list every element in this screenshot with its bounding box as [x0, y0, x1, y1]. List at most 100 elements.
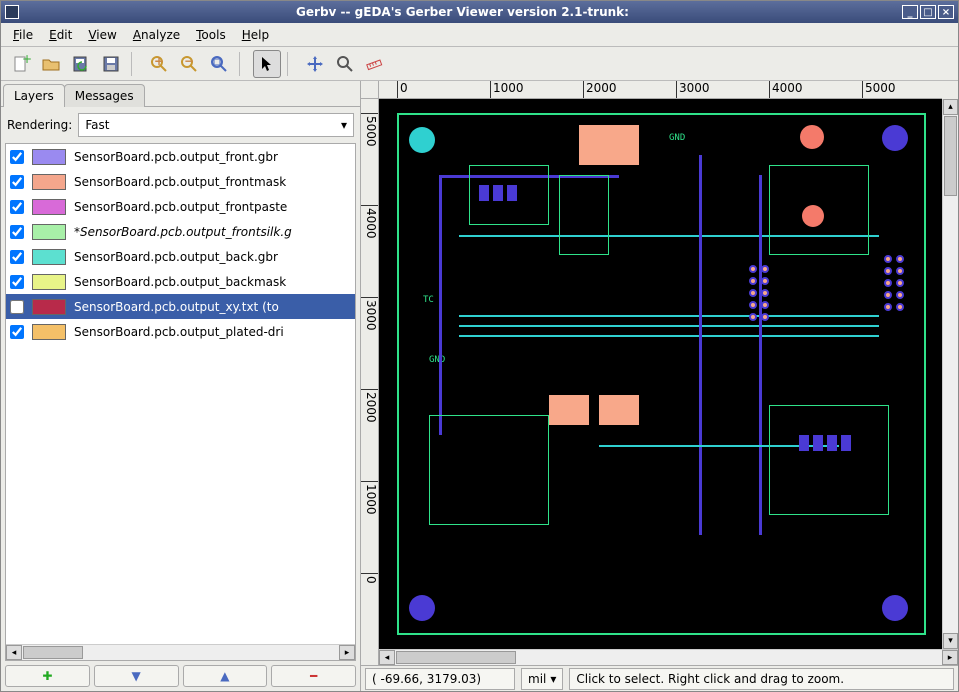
tab-layers[interactable]: Layers: [3, 84, 65, 107]
revert-button[interactable]: [67, 50, 95, 78]
scroll-track[interactable]: [943, 197, 958, 633]
layer-color-swatch[interactable]: [32, 274, 66, 290]
scroll-thumb[interactable]: [944, 116, 957, 196]
pad: [479, 185, 489, 201]
ruler-tick: 5000: [862, 81, 896, 98]
layer-color-swatch[interactable]: [32, 199, 66, 215]
move-up-button[interactable]: ▲: [183, 665, 268, 687]
menu-file[interactable]: File: [5, 25, 41, 45]
scroll-track[interactable]: [84, 645, 339, 660]
layer-row[interactable]: SensorBoard.pcb.output_frontmask: [6, 169, 355, 194]
layer-filename: SensorBoard.pcb.output_frontpaste: [74, 200, 287, 214]
layer-color-swatch[interactable]: [32, 299, 66, 315]
scroll-right-icon[interactable]: ▸: [942, 650, 958, 665]
zoom-out-button[interactable]: −: [175, 50, 203, 78]
scroll-thumb[interactable]: [396, 651, 516, 664]
layer-row[interactable]: SensorBoard.pcb.output_xy.txt (to: [6, 294, 355, 319]
layer-visibility-checkbox[interactable]: [10, 300, 24, 314]
pad: [507, 185, 517, 201]
trace: [759, 175, 762, 535]
move-down-button[interactable]: ▼: [94, 665, 179, 687]
ruler-tick: 0: [361, 573, 378, 584]
layer-color-swatch[interactable]: [32, 249, 66, 265]
scroll-left-icon[interactable]: ◂: [379, 650, 395, 665]
close-button[interactable]: ×: [938, 5, 954, 19]
layer-color-swatch[interactable]: [32, 224, 66, 240]
status-coordinates: ( -69.66, 3179.03): [365, 668, 515, 690]
svg-text:−: −: [184, 54, 194, 68]
ruler-tick: 3000: [361, 297, 378, 331]
menu-help[interactable]: Help: [234, 25, 277, 45]
component-outline: [429, 415, 549, 525]
layer-filename: SensorBoard.pcb.output_back.gbr: [74, 250, 278, 264]
zoom-in-button[interactable]: +: [145, 50, 173, 78]
layer-visibility-checkbox[interactable]: [10, 325, 24, 339]
layer-visibility-checkbox[interactable]: [10, 250, 24, 264]
new-button[interactable]: +: [7, 50, 35, 78]
scroll-track[interactable]: [517, 650, 942, 665]
scroll-down-icon[interactable]: ▾: [943, 633, 958, 649]
layer-list[interactable]: SensorBoard.pcb.output_front.gbrSensorBo…: [5, 143, 356, 661]
add-layer-button[interactable]: ✚: [5, 665, 90, 687]
menu-edit[interactable]: Edit: [41, 25, 80, 45]
pointer-tool-button[interactable]: [253, 50, 281, 78]
pcb-canvas[interactable]: GND GND TC: [379, 99, 942, 649]
chevron-down-icon: ▾: [341, 118, 347, 132]
status-message: Click to select. Right click and drag to…: [569, 668, 954, 690]
ruler-tick: 5000: [361, 113, 378, 147]
layer-visibility-checkbox[interactable]: [10, 200, 24, 214]
scroll-thumb[interactable]: [23, 646, 83, 659]
rendering-row: Rendering: Fast ▾: [1, 107, 360, 143]
layer-visibility-checkbox[interactable]: [10, 225, 24, 239]
zoom-fit-button[interactable]: [205, 50, 233, 78]
remove-layer-button[interactable]: ━: [271, 665, 356, 687]
canvas-hscroll[interactable]: ◂ ▸: [379, 649, 958, 665]
layer-list-hscroll[interactable]: ◂ ▸: [6, 644, 355, 660]
toolbar-separator: [287, 52, 295, 76]
layer-visibility-checkbox[interactable]: [10, 275, 24, 289]
layer-visibility-checkbox[interactable]: [10, 175, 24, 189]
maximize-button[interactable]: □: [920, 5, 936, 19]
ruler-tick: 4000: [769, 81, 803, 98]
scroll-up-icon[interactable]: ▴: [943, 99, 958, 115]
ruler-tick: 3000: [676, 81, 710, 98]
canvas-vscroll[interactable]: ▴ ▾: [942, 99, 958, 649]
ic-pad: [549, 395, 589, 425]
menu-view[interactable]: View: [80, 25, 124, 45]
rendering-label: Rendering:: [7, 118, 72, 132]
chevron-down-icon: ▾: [550, 672, 556, 686]
open-button[interactable]: [37, 50, 65, 78]
toolbar-separator: [131, 52, 139, 76]
status-unit-select[interactable]: mil ▾: [521, 668, 563, 690]
move-tool-button[interactable]: [301, 50, 329, 78]
svg-text:+: +: [22, 54, 31, 66]
layer-row[interactable]: *SensorBoard.pcb.output_frontsilk.g: [6, 219, 355, 244]
layer-row[interactable]: SensorBoard.pcb.output_front.gbr: [6, 144, 355, 169]
svg-text:+: +: [154, 54, 164, 68]
minimize-button[interactable]: _: [902, 5, 918, 19]
rendering-value: Fast: [85, 118, 109, 132]
ruler-tick: 1000: [361, 481, 378, 515]
app-icon: [5, 5, 19, 19]
layer-row[interactable]: SensorBoard.pcb.output_frontpaste: [6, 194, 355, 219]
layer-row[interactable]: SensorBoard.pcb.output_backmask: [6, 269, 355, 294]
layer-color-swatch[interactable]: [32, 174, 66, 190]
scroll-left-icon[interactable]: ◂: [6, 645, 22, 660]
menu-tools[interactable]: Tools: [188, 25, 234, 45]
layer-row[interactable]: SensorBoard.pcb.output_plated-dri: [6, 319, 355, 344]
layer-color-swatch[interactable]: [32, 149, 66, 165]
rendering-select[interactable]: Fast ▾: [78, 113, 354, 137]
menubar: File Edit View Analyze Tools Help: [1, 23, 958, 47]
scroll-right-icon[interactable]: ▸: [339, 645, 355, 660]
pad: [841, 435, 851, 451]
tab-messages[interactable]: Messages: [64, 84, 145, 107]
ruler-tick: 2000: [361, 389, 378, 423]
zoom-tool-button[interactable]: [331, 50, 359, 78]
menu-analyze[interactable]: Analyze: [125, 25, 188, 45]
layer-row[interactable]: SensorBoard.pcb.output_back.gbr: [6, 244, 355, 269]
layer-visibility-checkbox[interactable]: [10, 150, 24, 164]
measure-tool-button[interactable]: [361, 50, 389, 78]
save-button[interactable]: [97, 50, 125, 78]
layer-color-swatch[interactable]: [32, 324, 66, 340]
trace: [459, 335, 879, 337]
